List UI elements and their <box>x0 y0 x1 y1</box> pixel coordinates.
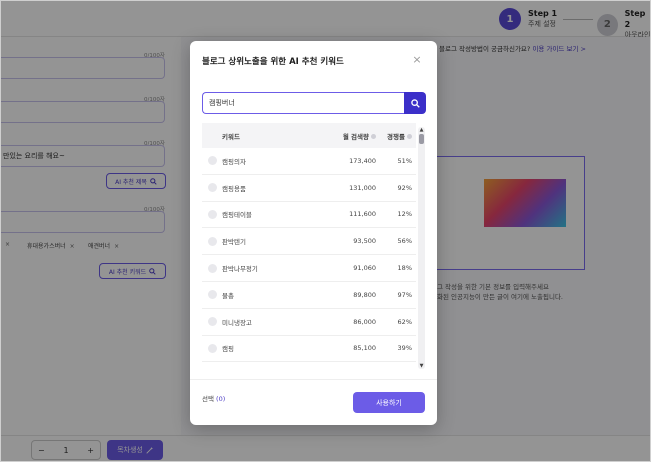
selection-number: (0) <box>216 395 226 403</box>
volume-cell: 131,000 <box>349 183 376 192</box>
search-input[interactable] <box>202 92 404 114</box>
keyword-cell: 판박나무정기 <box>222 265 258 274</box>
competition-cell: 39% <box>397 344 412 353</box>
table-row[interactable]: 물총 89,800 97% <box>202 282 416 309</box>
row-checkbox[interactable] <box>207 236 217 246</box>
row-select-cell <box>202 209 222 219</box>
close-icon[interactable]: × <box>411 53 423 65</box>
table-header: 키워드 월 검색량 경쟁률 <box>202 123 416 148</box>
volume-cell: 85,100 <box>353 344 376 353</box>
volume-cell: 89,800 <box>353 290 376 299</box>
row-checkbox[interactable] <box>207 263 217 273</box>
keyword-table: 키워드 월 검색량 경쟁률 캠핑의자 173,400 51% 캠핑용품 131,000 9… <box>202 123 416 369</box>
scroll-up-arrow-icon[interactable]: ▲ <box>418 127 425 133</box>
search-button[interactable] <box>404 92 426 114</box>
header-keyword: 키워드 <box>222 132 240 141</box>
row-checkbox[interactable] <box>207 290 217 300</box>
keyword-cell: 판박텐기 <box>222 238 246 247</box>
header-volume: 월 검색량 <box>326 131 376 141</box>
keyword-cell: 캠핑테이블 <box>222 211 252 220</box>
competition-cell: 51% <box>397 156 412 165</box>
header-volume-label: 월 검색량 <box>342 132 369 141</box>
keyword-cell: 캠핑용품 <box>222 184 246 193</box>
volume-cell: 86,000 <box>353 317 376 326</box>
row-select-cell <box>202 263 222 273</box>
row-select-cell <box>202 343 222 353</box>
app-window: 1 Step 1 주제 설정 2 Step 2 아웃라인 0/100자 0/10… <box>0 0 651 462</box>
table-row[interactable]: 판박텐기 93,500 56% <box>202 228 416 256</box>
competition-cell: 62% <box>397 317 412 326</box>
row-select-cell <box>202 317 222 327</box>
row-select-cell <box>202 236 222 246</box>
table-row[interactable]: 미니냉장고 86,000 62% <box>202 309 416 336</box>
scroll-down-arrow-icon[interactable]: ▼ <box>418 363 425 369</box>
table-row[interactable]: 판박나무정기 91,060 18% <box>202 255 416 282</box>
keyword-modal: 블로그 상위노출을 위한 AI 추천 키워드 × 키워드 월 검색량 경쟁률 캠… <box>190 41 437 425</box>
competition-cell: 97% <box>397 290 412 299</box>
keyword-cell: 미니냉장고 <box>222 318 252 327</box>
keyword-search <box>202 92 426 114</box>
selection-label: 선택 <box>202 395 214 403</box>
competition-cell: 18% <box>397 264 412 273</box>
table-row[interactable]: 캠핑테이블 111,600 12% <box>202 202 416 229</box>
volume-cell: 173,400 <box>349 156 376 165</box>
row-select-cell <box>202 156 222 166</box>
keyword-cell: 캠핑 <box>222 345 234 354</box>
competition-cell: 56% <box>397 237 412 246</box>
header-competition: 경쟁률 <box>376 131 416 141</box>
row-checkbox[interactable] <box>207 183 217 193</box>
row-select-cell <box>202 183 222 193</box>
table-scrollbar[interactable]: ▲ ▼ <box>418 127 425 369</box>
row-checkbox[interactable] <box>207 209 217 219</box>
modal-title: 블로그 상위노출을 위한 AI 추천 키워드 <box>202 57 344 67</box>
scrollbar-thumb[interactable] <box>419 134 424 144</box>
table-row[interactable]: 캠핑용품 131,000 92% <box>202 175 416 202</box>
competition-cell: 12% <box>397 210 412 219</box>
info-icon[interactable] <box>407 134 412 139</box>
use-button[interactable]: 사용하기 <box>353 392 425 413</box>
keyword-cell: 물총 <box>222 291 234 300</box>
search-icon <box>410 98 420 108</box>
header-competition-label: 경쟁률 <box>387 132 405 141</box>
selection-count: 선택 (0) <box>202 393 225 403</box>
row-checkbox[interactable] <box>207 317 217 327</box>
row-select-cell <box>202 290 222 300</box>
keyword-cell: 캠핑의자 <box>222 157 246 166</box>
modal-divider <box>190 379 437 380</box>
table-row[interactable]: 캠핑의자 173,400 51% <box>202 148 416 175</box>
row-checkbox[interactable] <box>207 156 217 166</box>
volume-cell: 93,500 <box>353 237 376 246</box>
competition-cell: 92% <box>397 183 412 192</box>
row-checkbox[interactable] <box>207 343 217 353</box>
volume-cell: 111,600 <box>349 210 376 219</box>
table-row[interactable]: 캠핑 85,100 39% <box>202 336 416 363</box>
volume-cell: 91,060 <box>353 264 376 273</box>
